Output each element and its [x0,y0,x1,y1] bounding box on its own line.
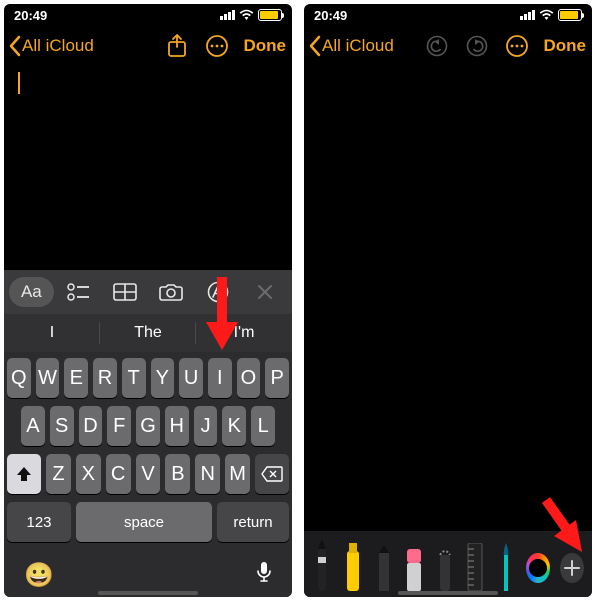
back-button[interactable]: All iCloud [308,35,394,57]
camera-button[interactable] [148,283,195,301]
typing-suggestions: I The I'm [4,314,292,352]
key-c[interactable]: C [106,454,131,494]
key-shift[interactable] [7,454,41,494]
status-indicators [520,9,582,21]
cellular-icon [520,10,535,20]
key-i[interactable]: I [208,358,232,398]
key-o[interactable]: O [237,358,261,398]
done-button[interactable]: Done [544,36,587,56]
suggestion[interactable]: I'm [196,314,292,352]
key-g[interactable]: G [136,406,160,446]
notes-format-toolbar: Aa [4,270,292,314]
more-button[interactable] [204,33,230,59]
key-f[interactable]: F [107,406,131,446]
key-d[interactable]: D [79,406,103,446]
status-indicators [220,9,282,21]
done-button[interactable]: Done [244,36,287,56]
add-tool-button[interactable] [560,553,584,583]
share-button[interactable] [164,33,190,59]
key-x[interactable]: X [76,454,101,494]
key-backspace[interactable] [255,454,289,494]
nav-bar: All iCloud Done [304,26,592,66]
key-h[interactable]: H [165,406,189,446]
key-row-4: 123 space return [7,502,289,542]
table-button[interactable] [101,283,148,301]
key-space[interactable]: space [76,502,212,542]
undo-button[interactable] [424,33,450,59]
status-bar: 20:49 [304,4,592,26]
key-row-3: Z X C V B N M [7,454,289,494]
key-l[interactable]: L [251,406,275,446]
text-cursor [18,72,20,94]
home-indicator[interactable] [98,591,198,595]
drawing-tool-palette [304,531,592,597]
close-toolbar-button[interactable] [241,283,288,301]
key-row-1: Q W E R T Y U I O P [7,358,289,398]
suggestion[interactable]: I [4,314,100,352]
status-time: 20:49 [14,8,47,23]
key-u[interactable]: U [179,358,203,398]
pen-tool[interactable] [312,539,333,591]
back-button[interactable]: All iCloud [8,35,94,57]
battery-icon [258,9,282,21]
cellular-icon [220,10,235,20]
lasso-tool[interactable] [435,549,456,591]
key-j[interactable]: J [194,406,218,446]
key-m[interactable]: M [225,454,250,494]
suggestion[interactable]: The [100,314,196,352]
key-v[interactable]: V [136,454,161,494]
dictation-button[interactable] [256,561,272,590]
phone-screen-keyboard: 20:49 All iCloud Done Aa [4,4,292,597]
key-e[interactable]: E [64,358,88,398]
key-r[interactable]: R [93,358,117,398]
status-time: 20:49 [314,8,347,23]
key-a[interactable]: A [21,406,45,446]
back-label: All iCloud [322,36,394,56]
key-s[interactable]: S [50,406,74,446]
eraser-tool[interactable] [404,549,425,591]
wifi-icon [239,9,254,21]
key-y[interactable]: Y [151,358,175,398]
key-w[interactable]: W [36,358,60,398]
wifi-icon [539,9,554,21]
text-format-button[interactable]: Aa [8,277,55,307]
key-b[interactable]: B [165,454,190,494]
phone-screen-drawing: 20:49 All iCloud Done [304,4,592,597]
redo-button[interactable] [464,33,490,59]
key-numbers[interactable]: 123 [7,502,71,542]
color-picker-button[interactable] [526,553,550,583]
key-row-2: A S D F G H J K L [7,406,289,446]
markup-button[interactable] [195,281,242,303]
emoji-button[interactable]: 😀 [24,561,54,590]
home-indicator[interactable] [398,591,498,595]
key-z[interactable]: Z [46,454,71,494]
key-p[interactable]: P [265,358,289,398]
status-bar: 20:49 [4,4,292,26]
marker-tool[interactable] [343,543,364,591]
more-button[interactable] [504,33,530,59]
key-return[interactable]: return [217,502,289,542]
brush-tool[interactable] [496,543,517,591]
battery-icon [558,9,582,21]
key-k[interactable]: K [222,406,246,446]
key-t[interactable]: T [122,358,146,398]
ruler-tool[interactable] [465,543,486,591]
nav-bar: All iCloud Done [4,26,292,66]
key-q[interactable]: Q [7,358,31,398]
keyboard: Q W E R T Y U I O P A S D F G H J K L [4,352,292,553]
pencil-tool[interactable] [373,545,394,591]
back-label: All iCloud [22,36,94,56]
key-n[interactable]: N [195,454,220,494]
checklist-button[interactable] [55,283,102,301]
